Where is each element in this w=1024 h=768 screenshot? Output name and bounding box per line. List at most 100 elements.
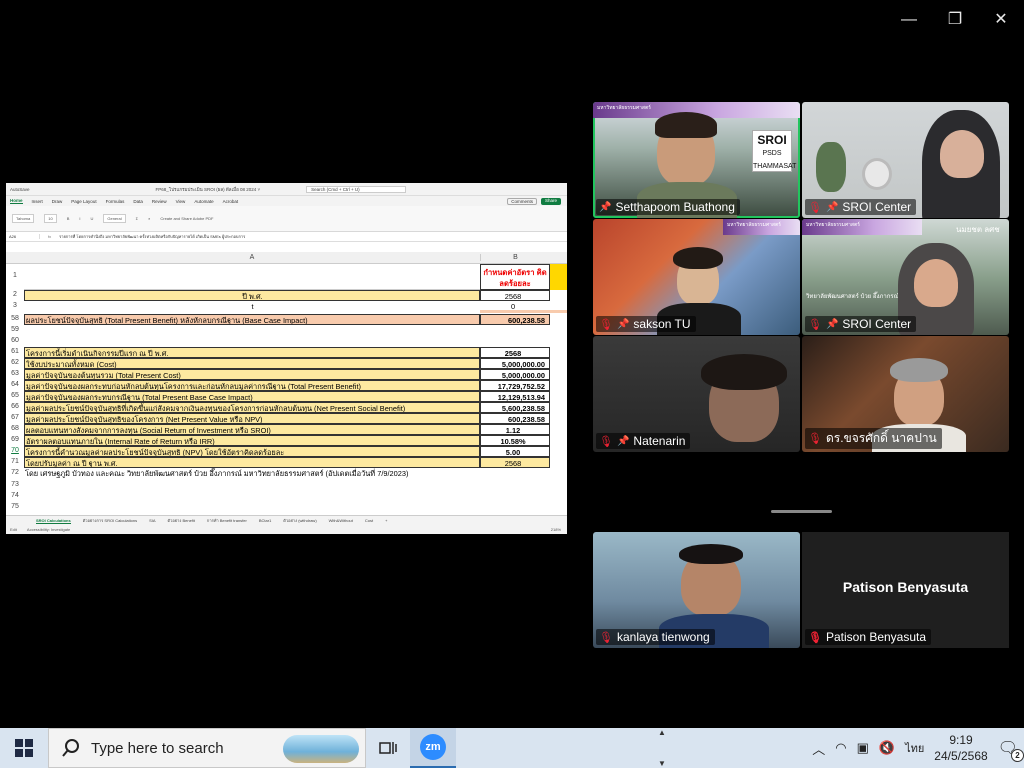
font-name-select[interactable]: Tahoma [12,214,35,223]
cell-a58[interactable]: ผลประโยชน์ปัจจุบันสุทธิ (Total Present B… [24,314,480,325]
sheet-tab[interactable]: With&Without [329,518,353,523]
excel-search-input[interactable]: Search (Cmd + Ctrl + U) [306,185,407,193]
cell-b68[interactable]: 1.12 [480,424,550,435]
menu-page-layout[interactable]: Page Layout [71,199,96,204]
cell-b67[interactable]: 600,238.58 [480,413,550,424]
video-tile[interactable]: 🎙 📌 SROI Center [802,102,1009,218]
table-row: 75 [6,502,567,513]
cell-a64[interactable]: มูลค่าปัจจุบันของผลกระทบก่อนหักลบต้นทุนโ… [24,380,480,391]
video-tile[interactable]: 🎙 📌 Natenarin [593,336,800,452]
sheet-tab[interactable]: SROI Calculations [36,518,71,524]
volume-muted-icon[interactable]: 🔇 [879,740,895,756]
system-clock[interactable]: 9:19 24/5/2568 [934,732,987,764]
cell-a62[interactable]: ใช้งบประมาณทั้งหมด (Cost) [24,358,480,369]
start-button[interactable] [0,728,48,768]
menu-data[interactable]: Data [133,199,143,204]
comments-button[interactable]: Comments [507,197,537,205]
cell-a68[interactable]: ผลตอบแทนทางสังคมจากการลงทุน (Social Retu… [24,424,480,435]
video-tile[interactable]: มหาวิทยาลัยธรรมศาสตร์ 🎙 📌 sakson TU [593,219,800,335]
cell-reference[interactable]: A26 [6,234,40,239]
cell-b58[interactable]: 600,238.58 [480,314,550,325]
menu-draw[interactable]: Draw [52,199,63,204]
cell-a65[interactable]: มูลค่าปัจจุบันของผลกระทบกรณีฐาน (Total P… [24,391,480,402]
cell-b65[interactable]: 12,129,513.94 [480,391,550,402]
video-tile[interactable]: 🎙 kanlaya tienwong [593,532,800,648]
cell-a72[interactable]: โดย เศรษฐภูมิ บัวทอง และคณะ วิทยาลัยพัฒน… [24,468,564,479]
cell-b70[interactable]: 5.00 [480,446,550,457]
sheet-tab[interactable]: ตัวอย่างการ SROI Calculations [83,517,137,524]
cell-b2[interactable]: 2568 [480,290,550,301]
gallery-drag-handle[interactable] [771,510,832,513]
table-row: 60 [6,336,567,347]
restore-button[interactable]: ❐ [941,8,969,32]
participant-name-tag: 🎙 📌 sakson TU [596,316,696,332]
underline-icon[interactable]: U [90,216,93,221]
cell-a1[interactable] [24,264,480,290]
cell-a61[interactable]: โครงการนี้เริ่มดำเนินกิจกรรมปีแรก ณ ปี พ… [24,347,480,358]
sheet-tab[interactable]: SIA [149,518,155,523]
cell-b69[interactable]: 10.58% [480,435,550,446]
taskbar-search-input[interactable]: Type here to search [48,728,366,768]
notification-icon[interactable]: 🗨 2 [998,738,1024,762]
add-sheet-button[interactable]: + [385,518,387,523]
cell-b66[interactable]: 5,600,238.58 [480,402,550,413]
wall-clock [862,158,892,190]
cell-a71[interactable]: โดยปรับมูลค่า ณ ปี ฐาน พ.ศ. [24,457,480,468]
cell-b71[interactable]: 2568 [480,457,550,468]
column-header-b[interactable]: B [480,254,550,261]
meet-now-icon[interactable]: ▣ [857,740,869,756]
accessibility-status[interactable]: Accessibility: Investigate [27,527,70,532]
cell-b61[interactable]: 2568 [480,347,550,358]
menu-formulas[interactable]: Formulas [106,199,125,204]
table-row: 67 มูลค่าผลประโยชน์ปัจจุบันสุทธิของโครงก… [6,413,567,424]
sheet-tab[interactable]: BCtar1 [259,518,271,523]
bold-icon[interactable]: B [67,216,70,221]
cell-a70[interactable]: โครงการนี้คำนวณมูลค่าผลประโยชน์ปัจจุบันส… [24,446,480,457]
create-pdf-button[interactable]: Create and Share Adobe PDF [160,216,213,221]
sheet-tab[interactable]: Cost [365,518,373,523]
sheet-tab[interactable]: ตัวอย่าง (withdraw) [283,517,316,524]
sum-icon[interactable]: Σ [136,216,138,221]
cell-a3[interactable]: t [24,301,480,312]
video-tile[interactable]: มหาวิทยาลัยธรรมศาสตร์ วิทยาลัยพัฒนศาสตร์… [802,219,1009,335]
zoom-level[interactable]: 218% [551,527,567,532]
zoom-app-button[interactable]: zm [410,728,456,768]
font-size-select[interactable]: 10 [44,214,57,223]
menu-home[interactable]: Home [10,198,23,204]
task-view-icon[interactable] [366,728,410,768]
taskbar-scroll[interactable]: ▲ ▼ [656,728,668,768]
number-format-select[interactable]: General [103,214,126,223]
cell-a69[interactable]: อัตราผลตอบแทนภายใน (Internal Rate of Ret… [24,435,480,446]
cell-b1[interactable]: กำหนดค่าอัตรา คิดลดร้อยละ [480,264,550,290]
sheet-tab[interactable]: ตัวอย่าง Benefit [168,517,195,524]
cell-a2[interactable]: ปี พ.ศ. [24,290,480,301]
wifi-icon[interactable]: ◠ [835,740,846,756]
cell-a66[interactable]: มูลค่าผลประโยชน์ปัจจุบันสุทธิที่เกิดขึ้น… [24,402,480,413]
chevron-up-icon[interactable]: ▲ [658,728,666,737]
chevron-down-icon[interactable]: ▼ [658,759,666,768]
menu-acrobat[interactable]: Acrobat [223,199,239,204]
cell-b62[interactable]: 5,000,000.00 [480,358,550,369]
formula-content[interactable]: รายการที่ โดยการคำนึงถึง มหาวิทยาลัยพัฒน… [59,233,245,240]
menu-automate[interactable]: Automate [194,199,213,204]
chevron-up-icon[interactable]: ︿ [812,739,825,758]
video-tile[interactable]: มหาวิทยาลัยธรรมศาสตร์ SROI PSDS THAMMASA… [593,102,800,218]
cell-b63[interactable]: 5,000,000.00 [480,369,550,380]
share-button[interactable]: Share [540,197,561,205]
cell-c1[interactable] [550,264,567,290]
input-language[interactable]: ไทย [905,739,924,757]
menu-insert[interactable]: Insert [32,199,43,204]
video-tile-no-video[interactable]: Patison Benyasuta 🎙 Patison Benyasuta [802,532,1009,648]
sheet-tab[interactable]: การทำ Benefit transfer [207,517,247,524]
video-tile[interactable]: 🎙 ดร.ขจรศักดิ์ นาคปาน [802,336,1009,452]
cell-a67[interactable]: มูลค่าผลประโยชน์ปัจจุบันสุทธิของโครงการ … [24,413,480,424]
minimize-button[interactable]: — [895,8,923,32]
close-button[interactable]: ✕ [987,8,1015,32]
cell-b64[interactable]: 17,729,752.52 [480,380,550,391]
italic-icon[interactable]: I [79,216,80,221]
cell-a63[interactable]: มูลค่าปัจจุบันของต้นทุนรวม (Total Presen… [24,369,480,380]
find-icon[interactable]: ⌕ [148,216,150,221]
menu-review[interactable]: Review [152,199,167,204]
column-header-a[interactable]: A [24,254,480,261]
menu-view[interactable]: View [176,199,186,204]
